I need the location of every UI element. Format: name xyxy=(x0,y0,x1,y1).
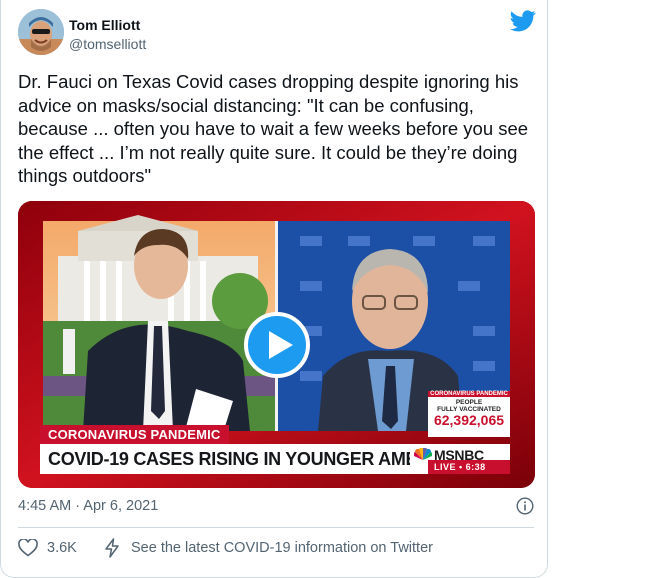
author-handle[interactable]: @tomselliott xyxy=(69,36,146,52)
tweet-card: Tom Elliott @tomselliott Dr. Fauci on Te… xyxy=(0,0,548,578)
tweet-text: Dr. Fauci on Texas Covid cases dropping … xyxy=(18,71,529,186)
like-count[interactable]: 3.6K xyxy=(47,540,77,556)
chyron-category: CORONAVIRUS PANDEMIC xyxy=(40,425,229,444)
play-icon xyxy=(269,331,293,359)
video-player[interactable]: CORONAVIRUS PANDEMIC PEOPLE FULLY VACCIN… xyxy=(18,201,535,488)
tweet-timestamp[interactable]: 4:45 AM · Apr 6, 2021 xyxy=(18,498,158,514)
stat-value: 62,392,065 xyxy=(433,412,505,428)
divider xyxy=(18,527,534,528)
stat-label-people: PEOPLE xyxy=(455,399,483,406)
vaccination-counter: CORONAVIRUS PANDEMIC PEOPLE FULLY VACCIN… xyxy=(428,391,510,437)
heart-icon[interactable] xyxy=(18,538,38,557)
avatar[interactable] xyxy=(18,9,64,55)
live-time: LIVE • 6:38 xyxy=(428,460,510,474)
chyron-headline: COVID-19 CASES RISING IN YOUNGER AMERICA… xyxy=(40,444,485,474)
lightning-icon xyxy=(104,538,120,558)
peacock-icon xyxy=(414,448,432,460)
stat-header: CORONAVIRUS PANDEMIC xyxy=(430,391,508,397)
twitter-bird-icon[interactable] xyxy=(510,10,536,32)
info-icon[interactable] xyxy=(516,497,534,515)
author-name[interactable]: Tom Elliott xyxy=(69,17,140,33)
covid-info-link[interactable]: See the latest COVID-19 information on T… xyxy=(131,540,433,556)
play-button[interactable] xyxy=(244,312,310,378)
